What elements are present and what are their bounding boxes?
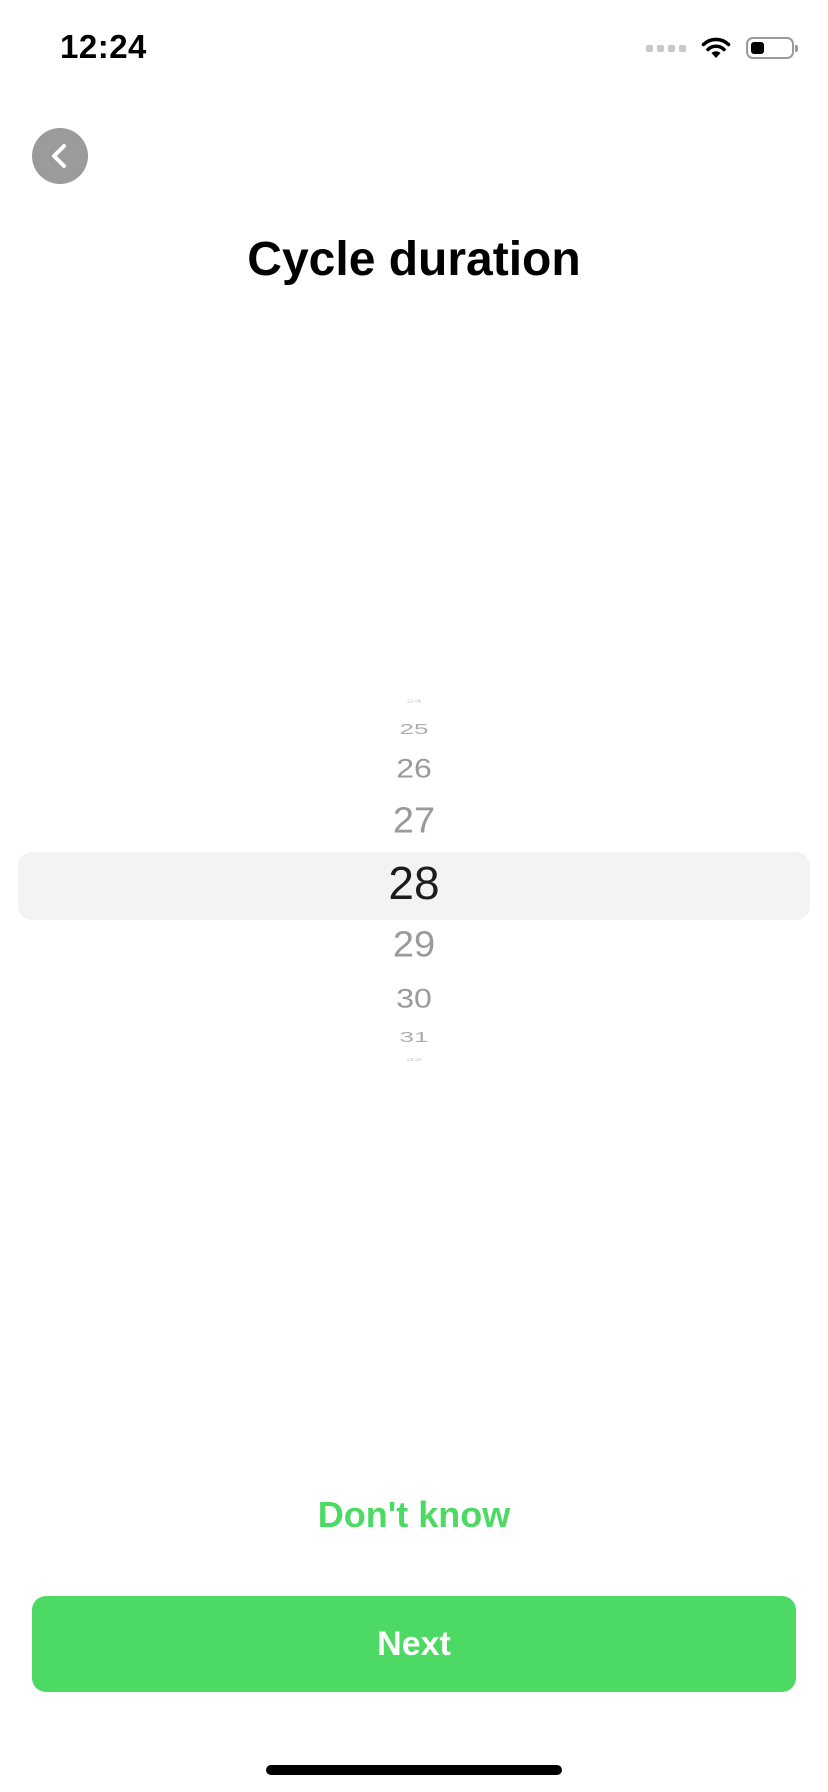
- next-button[interactable]: Next: [32, 1596, 796, 1692]
- picker-item[interactable]: 31: [0, 1030, 828, 1044]
- picker-item-selected[interactable]: 28: [0, 860, 828, 906]
- dont-know-button[interactable]: Don't know: [0, 1494, 828, 1536]
- wifi-icon: [701, 37, 731, 58]
- picker-item[interactable]: 25: [0, 722, 828, 736]
- status-icons: [646, 36, 798, 60]
- picker-item[interactable]: 26: [0, 754, 828, 781]
- picker-item[interactable]: 27: [0, 803, 828, 839]
- picker-item[interactable]: 32: [0, 1057, 828, 1062]
- picker-item[interactable]: 24: [0, 699, 828, 704]
- home-indicator: [266, 1765, 562, 1775]
- cellular-signal-icon: [646, 44, 686, 52]
- chevron-left-icon: [52, 144, 66, 168]
- page-title: Cycle duration: [247, 233, 581, 286]
- status-time: 12:24: [60, 28, 147, 65]
- battery-level: [751, 42, 764, 54]
- cycle-duration-picker[interactable]: 24 25 26 27 28 29 30 31 32: [0, 699, 828, 1070]
- picker-item[interactable]: 29: [0, 927, 828, 963]
- battery-icon: [746, 37, 798, 59]
- back-button[interactable]: [32, 128, 88, 184]
- picker-item[interactable]: 30: [0, 984, 828, 1011]
- status-bar: 12:24: [0, 0, 828, 100]
